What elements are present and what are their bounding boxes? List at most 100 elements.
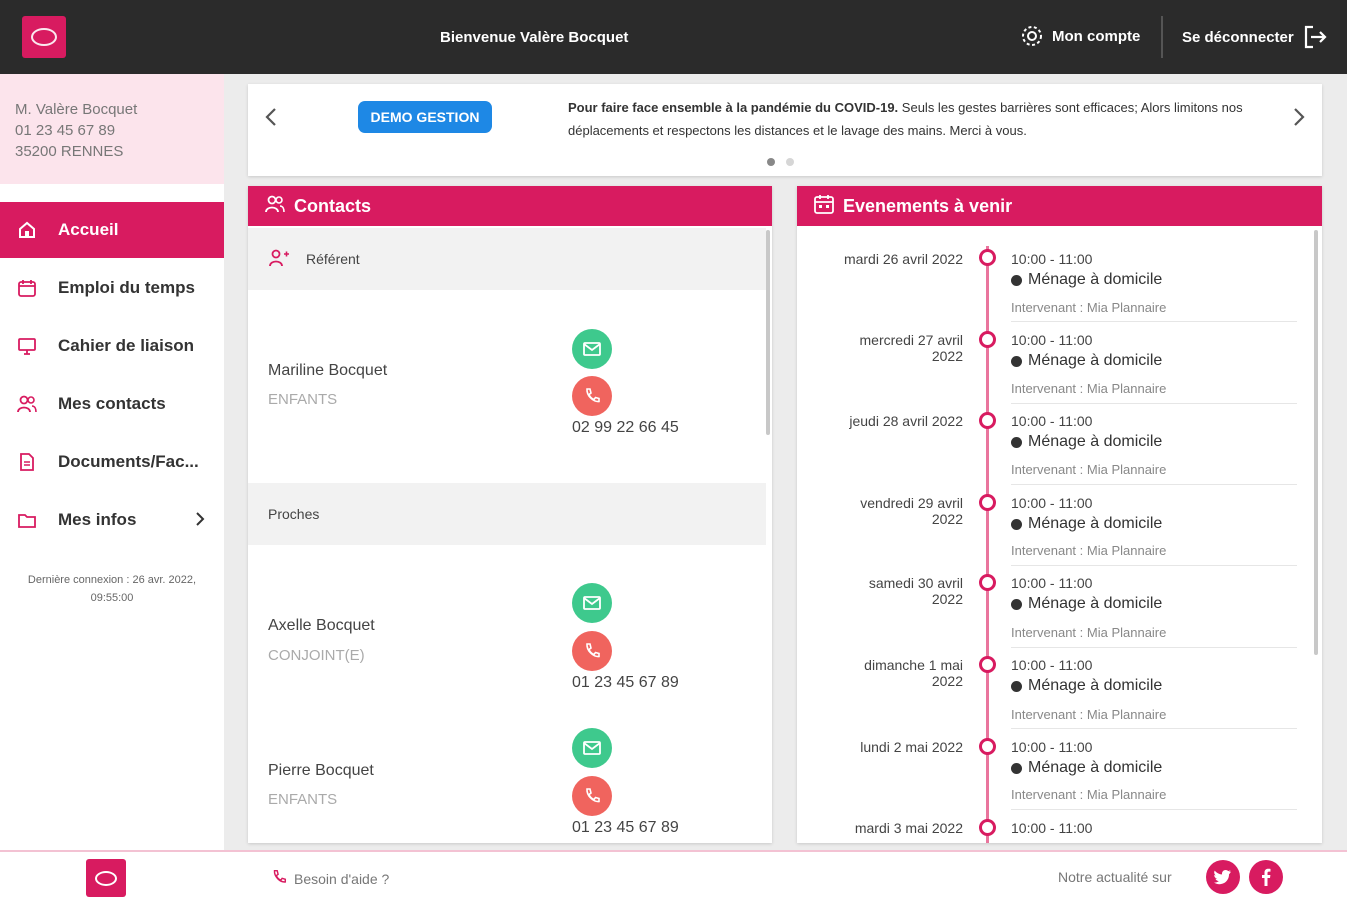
sidebar-item-documents[interactable]: Documents/Fac... bbox=[0, 434, 224, 490]
sidebar-item-label: Documents/Fac... bbox=[58, 452, 199, 471]
phone-icon bbox=[586, 788, 600, 803]
facebook-button[interactable] bbox=[1249, 860, 1283, 894]
mail-icon bbox=[583, 596, 601, 610]
home-icon bbox=[16, 219, 38, 241]
event-title[interactable]: Ménage à domicile bbox=[1011, 271, 1162, 289]
carousel-next-button[interactable] bbox=[1286, 104, 1312, 130]
event-staff: Intervenant : Mia Plannaire bbox=[1011, 300, 1167, 315]
event-title-text: Ménage à domicile bbox=[1028, 352, 1163, 369]
contact-phone[interactable]: 01 23 45 67 89 bbox=[572, 819, 679, 837]
sidebar-item-mes-infos[interactable]: Mes infos bbox=[0, 492, 224, 548]
event-time: 10:00 - 11:00 bbox=[1011, 332, 1093, 348]
phone-icon bbox=[270, 868, 288, 889]
bullet-icon bbox=[1011, 680, 1022, 692]
logout-link[interactable]: Se déconnecter bbox=[1182, 24, 1328, 50]
timeline-dot bbox=[979, 249, 996, 266]
carousel-dot[interactable] bbox=[786, 158, 794, 166]
chevron-left-icon bbox=[265, 108, 276, 126]
contact-role: ENFANTS bbox=[268, 791, 338, 808]
sidebar-item-cahier-de-liaison[interactable]: Cahier de liaison bbox=[0, 318, 224, 374]
email-button[interactable] bbox=[572, 728, 612, 768]
event-time: 10:00 - 11:00 bbox=[1011, 575, 1093, 591]
account-label: Mon compte bbox=[1052, 27, 1141, 45]
contact-name: Pierre Bocquet bbox=[268, 762, 374, 779]
brand-logo[interactable] bbox=[22, 16, 66, 58]
help-link[interactable]: Besoin d'aide ? bbox=[270, 868, 389, 889]
call-button[interactable] bbox=[572, 376, 612, 416]
timeline-dot bbox=[979, 412, 996, 429]
folder-icon bbox=[16, 509, 38, 531]
event-date-line2: 2022 bbox=[931, 673, 963, 689]
event-title[interactable]: Ménage à domicile bbox=[1011, 433, 1162, 451]
event-date: jeudi 28 avril 2022 bbox=[807, 413, 963, 429]
event-date: lundi 2 mai 2022 bbox=[807, 739, 963, 755]
event-time: 10:00 - 11:00 bbox=[1011, 413, 1093, 429]
event-date-line1: mardi 26 avril 2022 bbox=[843, 251, 963, 267]
monitor-icon bbox=[16, 335, 38, 357]
event-date: mercredi 27 avril 2022 bbox=[807, 332, 963, 364]
footer: Besoin d'aide ? Notre actualité sur bbox=[0, 850, 1347, 900]
event-date: dimanche 1 mai 2022 bbox=[807, 657, 963, 689]
contact-phone[interactable]: 01 23 45 67 89 bbox=[572, 674, 679, 692]
event-time: 10:00 - 11:00 bbox=[1011, 657, 1093, 673]
proches-section-header: Proches bbox=[248, 483, 766, 545]
events-header: Evenements à venir bbox=[797, 186, 1322, 226]
event-date-line2: 2022 bbox=[931, 591, 963, 607]
event-date: vendredi 29 avril 2022 bbox=[807, 495, 963, 527]
footer-logo[interactable] bbox=[86, 859, 126, 897]
event-title[interactable]: Ménage à domicile bbox=[1011, 595, 1162, 613]
proches-label: Proches bbox=[268, 506, 320, 522]
carousel-prev-button[interactable] bbox=[258, 104, 284, 130]
carousel-dot-active[interactable] bbox=[767, 158, 775, 166]
email-button[interactable] bbox=[572, 583, 612, 623]
bullet-icon bbox=[1011, 518, 1022, 530]
call-button[interactable] bbox=[572, 776, 612, 816]
event-title[interactable]: Ménage à domicile bbox=[1011, 759, 1162, 777]
sidebar-item-emploi-du-temps[interactable]: Emploi du temps bbox=[0, 260, 224, 316]
event-staff: Intervenant : Mia Plannaire bbox=[1011, 381, 1167, 396]
event-divider bbox=[1011, 484, 1297, 485]
calendar-icon bbox=[813, 193, 835, 220]
event-title[interactable]: Ménage à domicile bbox=[1011, 352, 1162, 370]
chevron-right-icon bbox=[1294, 108, 1305, 126]
mail-icon bbox=[583, 342, 601, 356]
phone-icon bbox=[586, 388, 600, 403]
timeline-dot bbox=[979, 494, 996, 511]
email-button[interactable] bbox=[572, 329, 612, 369]
event-time: 10:00 - 11:00 bbox=[1011, 251, 1093, 267]
event-date-line2: 2022 bbox=[931, 511, 963, 527]
event-date-line1: dimanche 1 mai bbox=[864, 657, 963, 673]
sidebar-item-mes-contacts[interactable]: Mes contacts bbox=[0, 376, 224, 432]
event-date: mardi 3 mai 2022 bbox=[807, 820, 963, 836]
call-button[interactable] bbox=[572, 631, 612, 671]
chevron-right-icon bbox=[194, 510, 206, 533]
event-title[interactable]: Ménage à domicile bbox=[1011, 677, 1162, 695]
event-date-line1: vendredi 29 avril bbox=[860, 495, 963, 511]
event-title-text: Ménage à domicile bbox=[1028, 433, 1163, 450]
event-staff: Intervenant : Mia Plannaire bbox=[1011, 543, 1167, 558]
event-staff: Intervenant : Mia Plannaire bbox=[1011, 625, 1167, 640]
event-time: 10:00 - 11:00 bbox=[1011, 820, 1093, 836]
sidebar-item-label: Mes contacts bbox=[58, 394, 166, 413]
event-title-text: Ménage à domicile bbox=[1028, 595, 1163, 612]
contacts-scrollbar[interactable] bbox=[766, 230, 770, 435]
contacts-title: Contacts bbox=[294, 195, 372, 216]
announcement-bold: Pour faire face ensemble à la pandémie d… bbox=[568, 100, 899, 115]
account-link[interactable]: Mon compte bbox=[1020, 24, 1140, 48]
contact-role: ENFANTS bbox=[268, 391, 338, 408]
contact-phone[interactable]: 02 99 22 66 45 bbox=[572, 419, 679, 437]
events-scrollbar[interactable] bbox=[1314, 230, 1318, 655]
event-date: samedi 30 avril 2022 bbox=[807, 575, 963, 607]
gear-icon bbox=[1020, 24, 1044, 48]
sidebar-item-accueil[interactable]: Accueil bbox=[0, 202, 224, 258]
twitter-icon bbox=[1214, 870, 1231, 885]
event-title-text: Ménage à domicile bbox=[1028, 759, 1163, 776]
twitter-button[interactable] bbox=[1206, 860, 1240, 894]
bullet-icon bbox=[1011, 274, 1022, 286]
event-date-line1: mardi 3 mai 2022 bbox=[854, 820, 963, 836]
event-title[interactable]: Ménage à domicile bbox=[1011, 515, 1162, 533]
event-time: 10:00 - 11:00 bbox=[1011, 739, 1093, 755]
event-date-line2: 2022 bbox=[931, 348, 963, 364]
contacts-header: Contacts bbox=[248, 186, 772, 226]
sidebar-item-label: Mes infos bbox=[58, 510, 137, 529]
